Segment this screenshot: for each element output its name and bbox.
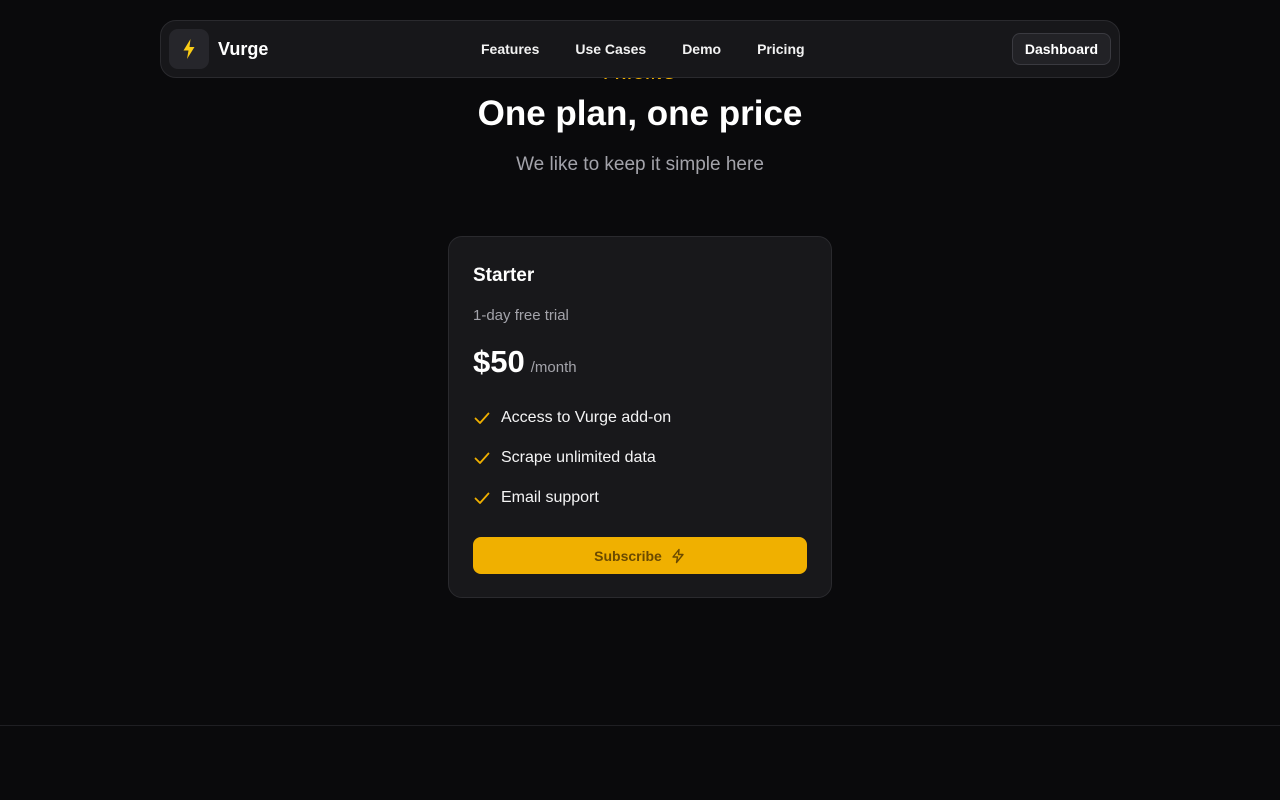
page-subtitle: We like to keep it simple here	[516, 154, 764, 175]
footer-divider	[0, 725, 1280, 726]
subscribe-button[interactable]: Subscribe	[473, 537, 807, 574]
nav-links: Features Use Cases Demo Pricing	[481, 21, 805, 77]
feature-text: Email support	[501, 489, 599, 506]
plan-name: Starter	[473, 265, 535, 286]
check-icon	[473, 409, 491, 427]
nav-link-demo[interactable]: Demo	[682, 41, 721, 57]
check-icon	[473, 489, 491, 507]
price-amount: $50	[473, 344, 525, 379]
nav-link-features[interactable]: Features	[481, 41, 539, 57]
page-title: One plan, one price	[477, 94, 803, 133]
feature-text: Scrape unlimited data	[501, 449, 656, 466]
dashboard-button[interactable]: Dashboard	[1011, 33, 1111, 65]
lightning-bolt-icon	[183, 39, 195, 59]
pricing-page: PRICING Vurge Features Use Cases Demo Pr…	[0, 0, 1280, 800]
price-row: $50 /month	[473, 344, 807, 380]
brand-name: Vurge	[218, 38, 269, 59]
feature-item: Access to Vurge add-on	[473, 398, 807, 438]
feature-item: Email support	[473, 478, 807, 518]
plan-trial: 1-day free trial	[473, 307, 569, 324]
pricing-card: Starter 1-day free trial $50 /month Acce…	[448, 236, 832, 598]
lightning-outline-icon	[672, 548, 684, 563]
nav-link-use-cases[interactable]: Use Cases	[575, 41, 646, 57]
price-period: /month	[530, 359, 577, 376]
feature-list: Access to Vurge add-on Scrape unlimited …	[473, 398, 807, 518]
navbar: Vurge Features Use Cases Demo Pricing Da…	[160, 20, 1120, 78]
brand[interactable]: Vurge	[169, 29, 268, 69]
check-icon	[473, 449, 491, 467]
nav-link-pricing[interactable]: Pricing	[757, 41, 804, 57]
feature-text: Access to Vurge add-on	[501, 409, 672, 426]
feature-item: Scrape unlimited data	[473, 438, 807, 478]
subscribe-label: Subscribe	[594, 547, 662, 564]
brand-logo	[169, 29, 209, 69]
